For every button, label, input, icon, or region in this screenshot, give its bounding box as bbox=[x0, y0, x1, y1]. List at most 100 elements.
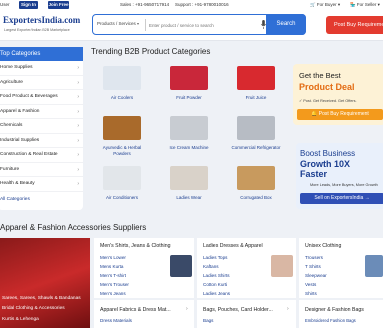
category-link[interactable]: Vests bbox=[305, 282, 316, 287]
product-label: Commercial Refrigerator bbox=[231, 145, 281, 150]
sidebar-item-label: Apparel & Fashion bbox=[0, 108, 40, 114]
sidebar-item-home-supplies[interactable]: Home Supplies › bbox=[0, 61, 83, 76]
product-label: Air Conditioners bbox=[105, 195, 138, 200]
category-link[interactable]: Men's Trouser bbox=[100, 282, 129, 287]
site-header: ExportersIndia.com Largest Exporter/Indi… bbox=[0, 11, 383, 41]
product-card[interactable]: Ladies Wear bbox=[161, 166, 217, 201]
product-card[interactable]: Fruit Juice bbox=[228, 66, 284, 101]
chevron-right-icon: › bbox=[77, 79, 79, 86]
product-image bbox=[103, 116, 141, 140]
category-link[interactable]: Ladies Jeans bbox=[203, 291, 230, 296]
sidebar-item-label: Agriculture bbox=[0, 79, 23, 85]
sidebar-item-food-products[interactable]: Food Product & Beverages › bbox=[0, 90, 83, 105]
site-logo[interactable]: ExportersIndia.com bbox=[3, 15, 80, 25]
category-link[interactable]: Ladies Shirts bbox=[203, 273, 230, 278]
for-buyer-menu[interactable]: 🛒 For Buyer ▾ bbox=[310, 2, 340, 8]
product-card[interactable]: Air Conditioners bbox=[94, 166, 150, 201]
category-link[interactable]: Trousers bbox=[305, 255, 323, 260]
product-card[interactable]: Air Coolers bbox=[94, 66, 150, 101]
product-card[interactable]: Commercial Refrigerator bbox=[228, 116, 284, 151]
user-link[interactable]: User bbox=[0, 2, 10, 7]
category-link[interactable]: Sleepwear bbox=[305, 273, 327, 278]
product-card[interactable]: Ice Cream Machine bbox=[161, 116, 217, 151]
sidebar-item-construction[interactable]: Construction & Real Estate › bbox=[0, 148, 83, 163]
category-link[interactable]: T Shirts bbox=[305, 264, 321, 269]
category-link[interactable]: Ladies Tops bbox=[203, 255, 227, 260]
product-image bbox=[170, 116, 208, 140]
chevron-down-icon: ▾ bbox=[137, 21, 140, 26]
chevron-right-icon[interactable]: › bbox=[186, 306, 188, 312]
search-button[interactable]: Search bbox=[266, 14, 306, 35]
product-label: Ayurvedic & Herbal Powders bbox=[102, 145, 142, 156]
category-thumbnail bbox=[365, 255, 383, 277]
sidebar-item-agriculture[interactable]: Agriculture › bbox=[0, 76, 83, 90]
deal-button-label: Post Buy Requirement bbox=[318, 111, 369, 117]
sidebar-item-label: Furniture bbox=[0, 166, 20, 172]
product-image bbox=[237, 166, 275, 190]
category-link[interactable]: Men's Jeans bbox=[100, 291, 126, 296]
sidebar-item-furniture[interactable]: Furniture › bbox=[0, 163, 83, 177]
for-seller-menu[interactable]: 🏪 For Seller ▾ bbox=[350, 2, 380, 8]
product-card[interactable]: Fruit Powder bbox=[161, 66, 217, 101]
page: User Sign In Join Free Sales : +91-96507… bbox=[0, 0, 383, 328]
sidebar-item-label: Construction & Real Estate bbox=[0, 152, 58, 157]
chevron-right-icon: › bbox=[77, 108, 79, 115]
category-heading[interactable]: Unisex Clothing bbox=[305, 243, 341, 249]
deal-line-2: Product Deal bbox=[299, 82, 355, 92]
sidebar-item-health-beauty[interactable]: Health & Beauty › bbox=[0, 177, 83, 192]
category-panel-mens: Men's Shirts, Jeans & Clothing Men's Low… bbox=[94, 238, 194, 298]
category-panel-bags: Bags, Pouches, Card Holder... Bags › bbox=[197, 300, 296, 328]
category-link[interactable]: Cotton Kurti bbox=[203, 282, 227, 287]
join-free-button[interactable]: Join Free bbox=[48, 1, 69, 9]
product-image bbox=[103, 66, 141, 90]
category-link[interactable]: Mens Kurta bbox=[100, 264, 124, 269]
category-heading[interactable]: Men's Shirts, Jeans & Clothing bbox=[100, 243, 170, 249]
sales-phone: Sales : +91-9650717914 bbox=[120, 2, 170, 7]
post-buy-requirement-button[interactable]: Post Buy Requirement bbox=[326, 16, 383, 34]
category-link[interactable]: Kaftans bbox=[203, 264, 219, 269]
search-bar: Products / Services ▾ Search bbox=[92, 14, 306, 35]
category-thumbnail bbox=[271, 255, 293, 277]
product-label: Fruit Juice bbox=[245, 95, 267, 100]
product-card[interactable]: Ayurvedic & Herbal Powders bbox=[94, 116, 150, 157]
feature-line[interactable]: Sarees, Sarees, Shawls & Bandanas bbox=[2, 296, 81, 301]
sidebar-item-apparel[interactable]: Apparel & Fashion › bbox=[0, 105, 83, 119]
sidebar-item-industrial-supplies[interactable]: Industrial Supplies › bbox=[0, 134, 83, 148]
category-heading[interactable]: Ladies Dresses & Apparel bbox=[203, 243, 263, 249]
deal-post-requirement-button[interactable]: 🔔 Post Buy Requirement bbox=[297, 109, 383, 120]
product-label: Ice Cream Machine bbox=[169, 145, 209, 150]
product-card[interactable]: Corrugated Box bbox=[228, 166, 284, 201]
sidebar-title: Top Categories bbox=[0, 47, 83, 61]
category-link[interactable]: Men's T-shirt bbox=[100, 273, 126, 278]
feature-line[interactable]: Bridal Clothing & Accessories bbox=[2, 306, 65, 311]
product-image bbox=[237, 116, 275, 140]
chevron-right-icon[interactable]: › bbox=[287, 306, 289, 312]
apparel-feature-image[interactable]: Sarees, Sarees, Shawls & Bandanas Bridal… bbox=[0, 238, 90, 328]
category-link[interactable]: Embroidered Fashion Bags bbox=[305, 318, 356, 323]
boost-line-2: Growth 10X bbox=[300, 159, 351, 169]
sidebar-item-chemicals[interactable]: Chemicals › bbox=[0, 119, 83, 134]
feature-line[interactable]: Kurtis & Lehenga bbox=[2, 317, 39, 322]
category-heading[interactable]: Apparel Fabrics & Dress Mat... bbox=[100, 307, 171, 313]
category-heading[interactable]: Designer & Fashion Bags bbox=[305, 307, 364, 313]
category-panel-ladies: Ladies Dresses & Apparel Ladies Tops Kaf… bbox=[197, 238, 296, 298]
all-categories-link[interactable]: All Categories bbox=[0, 192, 83, 208]
sell-on-exportersindia-button[interactable]: Sell on ExportersIndia → bbox=[300, 193, 383, 204]
search-divider bbox=[145, 19, 146, 31]
deal-line-3: ✓ Post. Get Received. Get Offers. bbox=[299, 99, 357, 103]
category-panel-unisex: Unisex Clothing Trousers T Shirts Sleepw… bbox=[299, 238, 383, 298]
search-category-select[interactable]: Products / Services bbox=[97, 21, 136, 26]
chevron-right-icon: › bbox=[77, 94, 79, 100]
for-buyer-label: For Buyer bbox=[316, 2, 337, 7]
signin-button[interactable]: Sign In bbox=[19, 1, 38, 9]
category-panel-fabrics: Apparel Fabrics & Dress Mat... Dress Mat… bbox=[94, 300, 194, 328]
category-heading[interactable]: Bags, Pouches, Card Holder... bbox=[203, 307, 273, 313]
category-link[interactable]: Men's Lower bbox=[100, 255, 126, 260]
category-link[interactable]: Shirts bbox=[305, 291, 317, 296]
chevron-right-icon: › bbox=[77, 152, 79, 158]
category-link[interactable]: Bags bbox=[203, 318, 213, 323]
product-image bbox=[103, 166, 141, 190]
boost-line-1: Boost Business bbox=[300, 149, 356, 158]
category-link[interactable]: Dress Materials bbox=[100, 318, 132, 323]
boost-business-banner: Boost Business Growth 10X Faster More Le… bbox=[296, 143, 383, 209]
